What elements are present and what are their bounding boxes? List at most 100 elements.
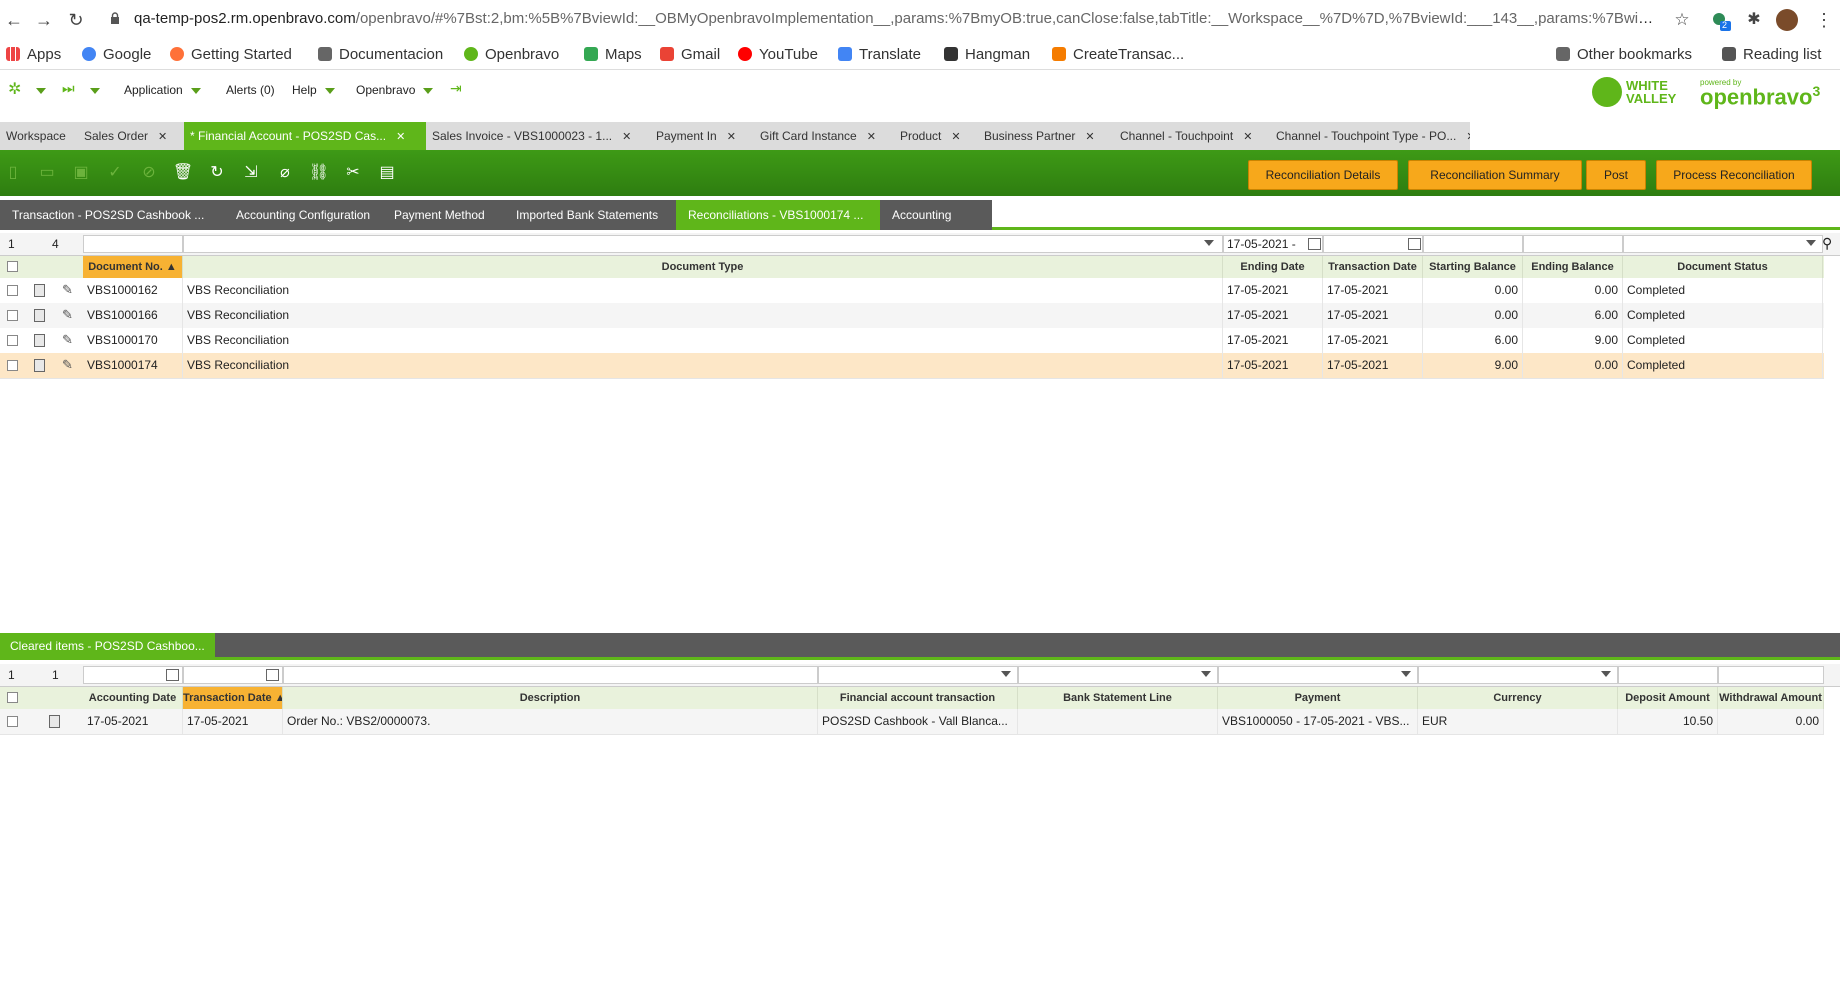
deposit-amount-filter[interactable]	[1618, 666, 1718, 684]
col-transaction-date[interactable]: Transaction Date ▲	[183, 687, 283, 709]
tab-business-partner[interactable]: Business Partner ✕	[978, 122, 1118, 150]
form-view-icon[interactable]	[34, 284, 45, 297]
form-view-icon[interactable]	[34, 334, 45, 347]
fin-account-transaction-filter[interactable]	[818, 666, 1018, 684]
payment-filter[interactable]	[1218, 666, 1418, 684]
profile-avatar[interactable]	[1776, 9, 1798, 31]
attachment-icon[interactable]: ⌀	[274, 162, 296, 184]
col-ending-balance[interactable]: Ending Balance	[1523, 256, 1623, 278]
tab-channel-touchpoint[interactable]: Channel - Touchpoint ✕	[1114, 122, 1276, 150]
transaction-date-filter[interactable]	[183, 666, 283, 684]
currency-filter[interactable]	[1418, 666, 1618, 684]
quick-launch-icon[interactable]: ⏭	[62, 80, 75, 97]
bookmark-apps[interactable]: Apps	[6, 46, 61, 63]
tab-reconciliations[interactable]: Reconciliations - VBS1000174 ...	[676, 200, 902, 230]
bookmark-google[interactable]: Google	[82, 46, 151, 63]
row-checkbox[interactable]	[7, 310, 18, 321]
col-document-type[interactable]: Document Type	[183, 256, 1223, 278]
bookmark-hangman[interactable]: Hangman	[944, 46, 1030, 63]
tab-gift-card-instance[interactable]: Gift Card Instance ✕	[754, 122, 900, 150]
audit-trail-icon[interactable]: ✂	[342, 162, 364, 184]
quick-create-menu[interactable]	[28, 83, 46, 97]
bookmark-reading-list[interactable]: Reading list	[1722, 46, 1821, 63]
address-bar[interactable]: qa-temp-pos2.rm.openbravo.com/openbravo/…	[134, 10, 1654, 27]
ending-date-filter[interactable]: 17-05-2021 -	[1223, 235, 1323, 253]
document-no-filter[interactable]	[83, 235, 183, 253]
tab-cleared-items[interactable]: Cleared items - POS2SD Cashboo...	[0, 633, 215, 660]
row-checkbox[interactable]	[7, 716, 18, 727]
post-button[interactable]: Post	[1586, 160, 1646, 190]
starting-balance-filter[interactable]	[1423, 235, 1523, 253]
calendar-icon[interactable]	[1308, 238, 1321, 250]
application-menu[interactable]: Application	[124, 83, 201, 97]
help-menu[interactable]: Help	[292, 83, 335, 97]
quick-launch-menu[interactable]	[82, 83, 100, 97]
col-accounting-date[interactable]: Accounting Date	[83, 687, 183, 709]
edit-pencil-icon[interactable]: ✎	[62, 332, 73, 348]
row-checkbox[interactable]	[7, 360, 18, 371]
col-bank-statement-line[interactable]: Bank Statement Line	[1018, 687, 1218, 709]
row-checkbox[interactable]	[7, 335, 18, 346]
puzzle-extensions-icon[interactable]: ✱	[1740, 6, 1768, 34]
tab-product[interactable]: Product ✕	[894, 122, 984, 150]
tab-accounting[interactable]: Accounting	[880, 200, 992, 230]
close-icon[interactable]: ✕	[1466, 123, 1470, 150]
calendar-icon[interactable]	[266, 669, 279, 681]
export-icon[interactable]: ⇲	[240, 162, 262, 184]
bookmark-maps[interactable]: Maps	[584, 46, 642, 63]
tab-payment-in[interactable]: Payment In ✕	[650, 122, 764, 150]
tab-transaction[interactable]: Transaction - POS2SD Cashbook ...	[0, 200, 246, 230]
filter-funnel-icon[interactable]: ⚲	[1822, 235, 1832, 252]
col-document-no[interactable]: Document No. ▲	[83, 256, 183, 278]
description-filter[interactable]	[283, 666, 818, 684]
tab-channel-touchpoint-type[interactable]: Channel - Touchpoint Type - PO...✕	[1270, 122, 1472, 150]
bookmark-openbravo[interactable]: Openbravo	[464, 46, 559, 63]
close-icon[interactable]: ✕	[727, 123, 736, 150]
close-icon[interactable]: ✕	[951, 123, 960, 150]
table-row[interactable]: ✎ VBS1000162 VBS Reconciliation 17-05-20…	[0, 278, 1824, 304]
tab-financial-account[interactable]: * Financial Account - POS2SD Cas... ✕	[184, 122, 436, 150]
col-starting-balance[interactable]: Starting Balance	[1423, 256, 1523, 278]
close-icon[interactable]: ✕	[158, 123, 167, 150]
transaction-date-filter[interactable]	[1323, 235, 1423, 253]
bookmark-youtube[interactable]: YouTube	[738, 46, 818, 63]
user-profile-menu[interactable]: Openbravo	[356, 83, 434, 97]
bookmark-translate[interactable]: Translate	[838, 46, 921, 63]
new-document-icon[interactable]: ▯	[2, 162, 24, 184]
form-view-icon[interactable]	[34, 359, 45, 372]
tab-imported-bank-statements[interactable]: Imported Bank Statements	[504, 200, 698, 230]
document-status-filter[interactable]	[1623, 235, 1823, 253]
bookmark-other[interactable]: Other bookmarks	[1556, 46, 1692, 63]
select-all-checkbox[interactable]	[7, 692, 18, 703]
edit-pencil-icon[interactable]: ✎	[62, 282, 73, 298]
reconciliation-details-button[interactable]: Reconciliation Details	[1248, 160, 1398, 190]
save-close-icon[interactable]: ✓	[104, 162, 126, 184]
select-all-checkbox[interactable]	[7, 261, 18, 272]
close-icon[interactable]: ✕	[396, 123, 405, 150]
accounting-date-filter[interactable]	[83, 666, 183, 684]
col-description[interactable]: Description	[283, 687, 818, 709]
tab-sales-invoice[interactable]: Sales Invoice - VBS1000023 - 1... ✕	[426, 122, 656, 150]
tab-accounting-configuration[interactable]: Accounting Configuration	[224, 200, 404, 230]
col-withdrawal-amount[interactable]: Withdrawal Amount	[1718, 687, 1824, 709]
new-row-icon[interactable]: ▭	[36, 162, 58, 184]
more-menu-icon[interactable]: ⋮	[1810, 6, 1838, 34]
col-transaction-date[interactable]: Transaction Date	[1323, 256, 1423, 278]
row-checkbox[interactable]	[7, 285, 18, 296]
close-icon[interactable]: ✕	[622, 123, 631, 150]
forward-arrow-icon[interactable]: →	[30, 6, 58, 34]
grid-view-icon[interactable]: ▤	[376, 162, 398, 184]
calendar-icon[interactable]	[166, 669, 179, 681]
table-row[interactable]: 17-05-2021 17-05-2021 Order No.: VBS2/00…	[0, 709, 1824, 735]
link-icon[interactable]: ⛓	[308, 162, 330, 184]
bank-statement-line-filter[interactable]	[1018, 666, 1218, 684]
alerts-link[interactable]: Alerts (0)	[226, 83, 275, 97]
close-icon[interactable]: ✕	[1243, 123, 1252, 150]
logout-icon[interactable]: ⇥	[450, 80, 462, 97]
bookmark-getting-started[interactable]: Getting Started	[170, 46, 292, 63]
document-type-filter[interactable]	[183, 235, 1223, 253]
delete-icon[interactable]: 🗑	[172, 162, 194, 184]
save-icon[interactable]: ▣	[70, 162, 92, 184]
tab-sales-order[interactable]: Sales Order ✕	[78, 122, 196, 150]
quick-create-icon[interactable]: ✲	[8, 79, 21, 99]
